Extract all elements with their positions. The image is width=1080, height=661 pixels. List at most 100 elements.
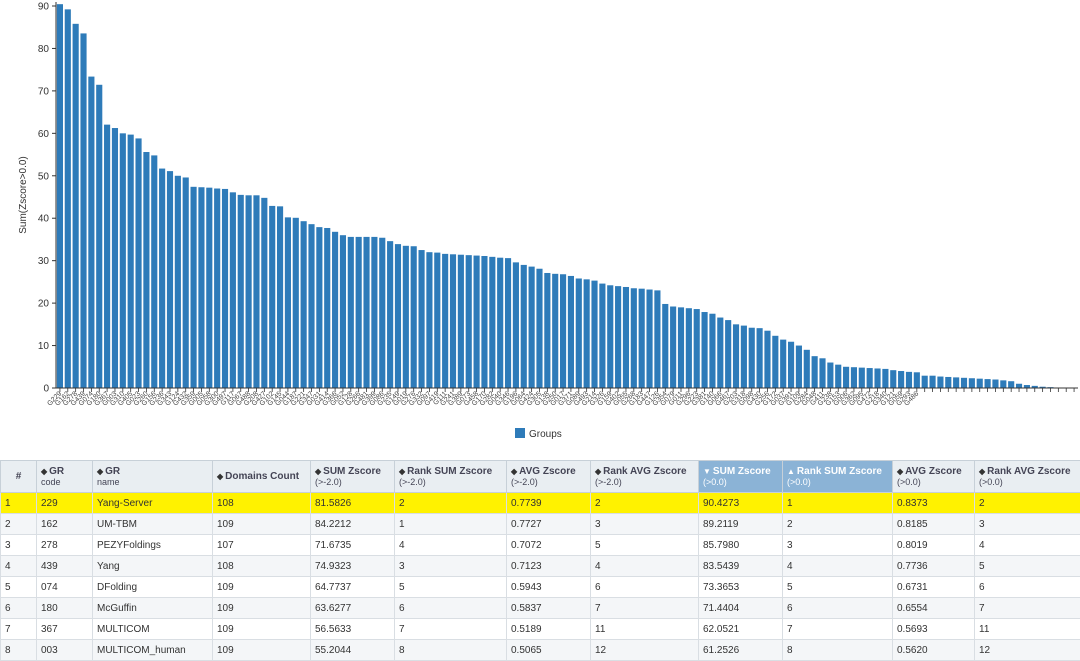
bar[interactable] [363,237,369,388]
bar[interactable] [819,358,825,388]
bar[interactable] [65,9,71,388]
bar[interactable] [505,258,511,388]
column-header[interactable]: ◆AVG Zscore(>0.0) [893,461,975,493]
chart-legend[interactable]: Groups [515,428,562,440]
bar[interactable] [88,77,94,388]
bar[interactable] [804,350,810,388]
bar[interactable] [725,320,731,388]
bar[interactable] [544,273,550,388]
bar[interactable] [159,169,165,388]
bar[interactable] [749,328,755,388]
sort-icon[interactable]: ◆ [897,467,903,476]
bar[interactable] [835,365,841,388]
bar[interactable] [591,281,597,388]
bar[interactable] [686,308,692,388]
bar[interactable] [489,257,495,388]
table-row[interactable]: 4439Yang10874.932330.7123483.543940.7736… [1,556,1080,577]
bar[interactable] [261,198,267,388]
bar[interactable] [654,290,660,388]
bar[interactable] [851,367,857,388]
column-header[interactable]: ◆Rank AVG Zscore(>0.0) [975,461,1080,493]
bar[interactable] [175,176,181,388]
bar[interactable] [631,288,637,388]
bar[interactable] [285,217,291,388]
bar[interactable] [607,285,613,388]
bar[interactable] [922,376,928,388]
bar[interactable] [73,24,79,388]
column-header[interactable]: ◆Domains Count [213,461,311,493]
sort-icon[interactable]: ▼ [703,467,711,476]
bar[interactable] [301,221,307,388]
bar[interactable] [646,290,652,388]
bar[interactable] [167,171,173,388]
bar[interactable] [992,380,998,388]
bar[interactable] [434,253,440,388]
table-row[interactable]: 1229Yang-Server10881.582620.7739290.4273… [1,493,1080,514]
bar[interactable] [198,187,204,388]
bar[interactable] [418,250,424,388]
bar[interactable] [717,318,723,388]
column-header[interactable]: ◆Rank AVG Zscore(>-2.0) [591,461,699,493]
bar[interactable] [969,378,975,388]
bar[interactable] [112,128,118,388]
bar[interactable] [442,254,448,388]
column-header[interactable]: ◆GRcode [37,461,93,493]
bar[interactable] [135,138,141,388]
sort-icon[interactable]: ◆ [511,467,517,476]
bar[interactable] [183,177,189,388]
bar[interactable] [332,232,338,388]
bar[interactable] [466,255,472,388]
bar[interactable] [308,224,314,388]
bar[interactable] [945,377,951,388]
bar[interactable] [277,206,283,388]
column-header[interactable]: # [1,461,37,493]
bar[interactable] [324,228,330,388]
bar[interactable] [481,256,487,388]
bar[interactable] [513,262,519,388]
bar[interactable] [929,376,935,388]
bar[interactable] [568,276,574,388]
bar[interactable] [859,368,865,388]
column-header[interactable]: ▼SUM Zscore(>0.0) [699,461,783,493]
column-header[interactable]: ◆GRname [93,461,213,493]
bar[interactable] [741,326,747,388]
table-row[interactable]: 7367MULTICOM10956.563370.51891162.052170… [1,619,1080,640]
bar[interactable] [253,195,259,388]
bar[interactable] [890,370,896,388]
bar[interactable] [529,267,535,388]
table-row[interactable]: 6180McGuffin10963.627760.5837771.440460.… [1,598,1080,619]
bar[interactable] [1000,380,1006,388]
bar[interactable] [387,241,393,388]
bar[interactable] [639,289,645,388]
bar[interactable] [238,195,244,388]
bar[interactable] [379,238,385,388]
column-header[interactable]: ▲Rank SUM Zscore(>0.0) [783,461,893,493]
bar[interactable] [269,206,275,388]
bar[interactable] [812,356,818,388]
bar[interactable] [552,274,558,388]
sort-icon[interactable]: ◆ [315,467,321,476]
bar[interactable] [796,346,802,388]
bar[interactable] [953,377,959,388]
bar[interactable] [623,287,629,388]
bar[interactable] [615,286,621,388]
bar[interactable] [827,363,833,388]
bar[interactable] [764,331,770,388]
sort-icon[interactable]: ◆ [595,467,601,476]
table-row[interactable]: 5074DFolding10964.773750.5943673.365350.… [1,577,1080,598]
bar[interactable] [1008,381,1014,388]
bar[interactable] [57,4,63,388]
bar[interactable] [937,377,943,388]
bar[interactable] [843,367,849,388]
bar[interactable] [293,218,299,388]
sort-icon[interactable]: ◆ [97,467,103,476]
bar[interactable] [709,314,715,388]
bar[interactable] [599,284,605,388]
table-row[interactable]: 8003MULTICOM_human10955.204480.50651261.… [1,640,1080,661]
bar[interactable] [733,324,739,388]
bar[interactable] [395,244,401,388]
bar[interactable] [356,237,362,388]
sort-icon[interactable]: ◆ [41,467,47,476]
bar[interactable] [867,368,873,388]
bar[interactable] [230,192,236,388]
